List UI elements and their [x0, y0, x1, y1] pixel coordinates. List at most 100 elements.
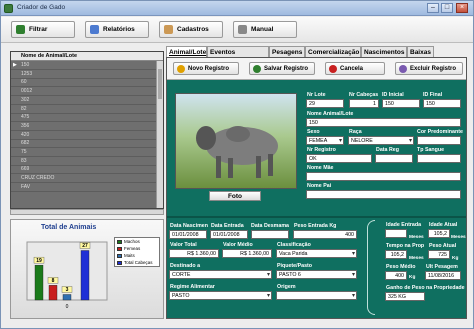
table-row[interactable]: 82: [11, 106, 156, 114]
chart-bar: [34, 264, 44, 301]
relatorios-button[interactable]: Relatórios: [85, 21, 149, 38]
manual-button[interactable]: Manual: [233, 21, 297, 38]
table-row[interactable]: 475: [11, 114, 156, 123]
tab-baixas[interactable]: Baixas: [407, 46, 434, 57]
table-row[interactable]: 1253: [11, 71, 156, 79]
relatorios-label: Relatórios: [103, 26, 135, 33]
data-label: 27: [82, 243, 88, 249]
data-nasc-field[interactable]: 01/01/2008: [169, 230, 207, 239]
table-row[interactable]: 420: [11, 132, 156, 140]
raca-select[interactable]: NELORE: [348, 136, 414, 145]
grid-vertical-scrollbar[interactable]: [156, 61, 163, 208]
grid-horizontal-scrollbar[interactable]: [10, 209, 164, 215]
register-icon: [164, 25, 173, 34]
chart-canvas: 19 8 3 27 0: [26, 241, 108, 310]
data-reg-field[interactable]: [375, 154, 413, 163]
row-label: 75: [21, 149, 27, 155]
idade-atual-field[interactable]: 105,2: [428, 229, 450, 238]
excluir-registro-button[interactable]: Excluir Registro: [395, 62, 463, 75]
id-final-field[interactable]: 150: [423, 99, 461, 108]
table-row[interactable]: 302: [11, 97, 156, 105]
data-desmama-field[interactable]: [251, 230, 289, 239]
nome-mae-field[interactable]: [306, 172, 461, 181]
ult-pesagem-field[interactable]: 11/08/2016: [425, 271, 461, 280]
table-row[interactable]: 0012: [11, 88, 156, 97]
row-label: CRUZ CREDO: [21, 175, 55, 182]
peso-entrada-field[interactable]: 400: [293, 230, 357, 239]
cor-field[interactable]: [417, 136, 461, 145]
peso-atual-field[interactable]: 725: [428, 250, 450, 259]
cancela-button[interactable]: Cancela: [325, 62, 385, 75]
maximize-button[interactable]: □: [441, 3, 453, 13]
foto-button[interactable]: Foto: [209, 191, 261, 201]
valor-medio-label: Valor Médio: [223, 242, 253, 248]
data-label: 3: [66, 287, 69, 293]
row-label: 475: [21, 114, 30, 121]
scroll-thumb[interactable]: [158, 69, 162, 99]
peso-atual-label: Peso Atual: [429, 243, 457, 249]
table-row[interactable]: 60: [11, 79, 156, 88]
table-row[interactable]: CRUZ CREDO: [11, 175, 156, 184]
filtrar-button[interactable]: Filtrar: [11, 21, 75, 38]
table-row[interactable]: FAV: [11, 184, 156, 192]
filtrar-label: Filtrar: [29, 26, 48, 33]
tempo-prop-field[interactable]: 105,2: [385, 250, 407, 259]
table-row[interactable]: 356: [11, 123, 156, 131]
origem-select[interactable]: [276, 291, 357, 300]
regime-select[interactable]: PASTO: [169, 291, 272, 300]
data-entrada-label: Data Entrada: [211, 223, 244, 229]
row-label: 1253: [21, 70, 33, 77]
sexo-select[interactable]: FEMEA: [306, 136, 344, 145]
classificacao-label: Classificação: [277, 242, 311, 248]
nr-cabecas-field[interactable]: 1: [349, 99, 379, 108]
peso-entrada-label: Peso Entrada Kg: [294, 223, 337, 229]
minimize-button[interactable]: –: [427, 3, 439, 13]
peso-medio-unit: Kg: [409, 275, 416, 280]
row-label: 83: [21, 157, 27, 164]
row-label: 682: [21, 140, 30, 147]
idade-entrada-field[interactable]: [385, 229, 407, 238]
nr-registro-field[interactable]: OK: [306, 154, 372, 163]
id-inicial-field[interactable]: 150: [382, 99, 420, 108]
data-entrada-field[interactable]: 01/01/2008: [210, 230, 248, 239]
peso-atual-unit: Kg: [452, 256, 459, 261]
ganho-field[interactable]: 325 KG: [385, 292, 425, 301]
tab-pesagens[interactable]: Pesagens: [269, 46, 305, 57]
nome-field[interactable]: 150: [306, 118, 461, 127]
data-label: 8: [52, 278, 55, 284]
chart-title: Total de Animais: [41, 224, 97, 231]
close-button[interactable]: ×: [456, 3, 468, 13]
table-row[interactable]: ▶ 150: [11, 62, 156, 70]
salvar-registro-button[interactable]: Salvar Registro: [249, 62, 315, 75]
tp-sangue-field[interactable]: [417, 154, 461, 163]
classificacao-select[interactable]: Vaca Parida: [276, 249, 357, 258]
novo-registro-button[interactable]: Novo Registro: [173, 62, 239, 75]
peso-medio-field[interactable]: 400: [385, 271, 407, 280]
row-label: 150: [21, 62, 30, 68]
tab-animal-lote[interactable]: Animal/Lote: [166, 46, 207, 57]
cadastros-button[interactable]: Cadastros: [159, 21, 223, 38]
tab-comercializacao[interactable]: Comercialização: [305, 46, 361, 57]
destinado-select[interactable]: CORTE: [169, 270, 272, 279]
tab-nascimentos[interactable]: Nascimentos: [361, 46, 407, 57]
piquete-select[interactable]: PASTO 6: [276, 270, 357, 279]
table-row[interactable]: 682: [11, 140, 156, 149]
peso-medio-label: Peso Médio: [386, 264, 416, 270]
chart-bar: [62, 294, 72, 301]
valor-medio-field[interactable]: R$ 1.360,00: [222, 249, 272, 258]
table-row[interactable]: 83: [11, 158, 156, 166]
row-selector-icon: ▶: [13, 62, 17, 68]
table-row[interactable]: 75: [11, 149, 156, 157]
table-row[interactable]: 669: [11, 166, 156, 175]
legend-item: Femeas: [115, 245, 159, 252]
cor-label: Cor Predominante: [417, 129, 463, 135]
nr-lote-field[interactable]: 29: [306, 99, 344, 108]
nome-pai-field[interactable]: [306, 190, 461, 199]
tab-eventos-sanitarios[interactable]: Eventos Sanitários: [207, 46, 269, 67]
app-icon: [4, 4, 13, 13]
nome-label: Nome Animal/Lote: [307, 111, 354, 117]
valor-total-field[interactable]: R$ 1.360,00: [169, 249, 219, 258]
tempo-prop-label: Tempo na Prop: [386, 243, 425, 249]
data-nasc-label: Data Nascimen: [170, 223, 208, 229]
animal-list-grid[interactable]: Nome de Animal/Lote ▶ 150 1253 60 0012 302 82 4…: [10, 51, 164, 209]
